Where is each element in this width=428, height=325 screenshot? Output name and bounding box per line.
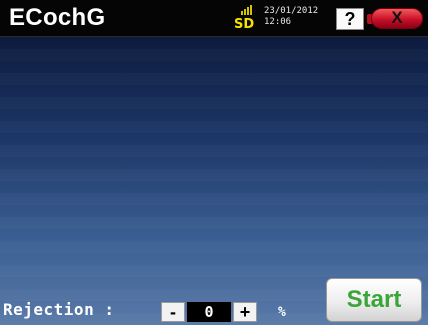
help-button[interactable]: ?	[336, 8, 364, 30]
rejection-value: 0	[187, 302, 231, 322]
screen: ECochG SD 23/01/2012 12:06 ? X Rejection…	[0, 0, 428, 325]
title-bar: ECochG SD 23/01/2012 12:06 ? X	[0, 0, 428, 37]
time-text: 12:06	[264, 17, 292, 27]
datetime: 23/01/2012 12:06	[264, 6, 332, 28]
increase-rejection-button[interactable]: +	[233, 302, 257, 322]
sd-card-icon: SD	[234, 5, 258, 33]
sd-label: SD	[234, 17, 255, 32]
question-mark-icon: ?	[344, 9, 356, 29]
percent-unit-label: %	[278, 305, 286, 320]
rejection-label: Rejection :	[3, 300, 115, 319]
close-button[interactable]: X	[367, 6, 424, 31]
close-icon: X	[391, 8, 403, 27]
start-button[interactable]: Start	[326, 278, 422, 322]
app-title: ECochG	[9, 4, 106, 31]
date-text: 23/01/2012	[264, 6, 319, 16]
decrease-rejection-button[interactable]: -	[161, 302, 185, 322]
signal-bars-icon	[241, 5, 252, 15]
